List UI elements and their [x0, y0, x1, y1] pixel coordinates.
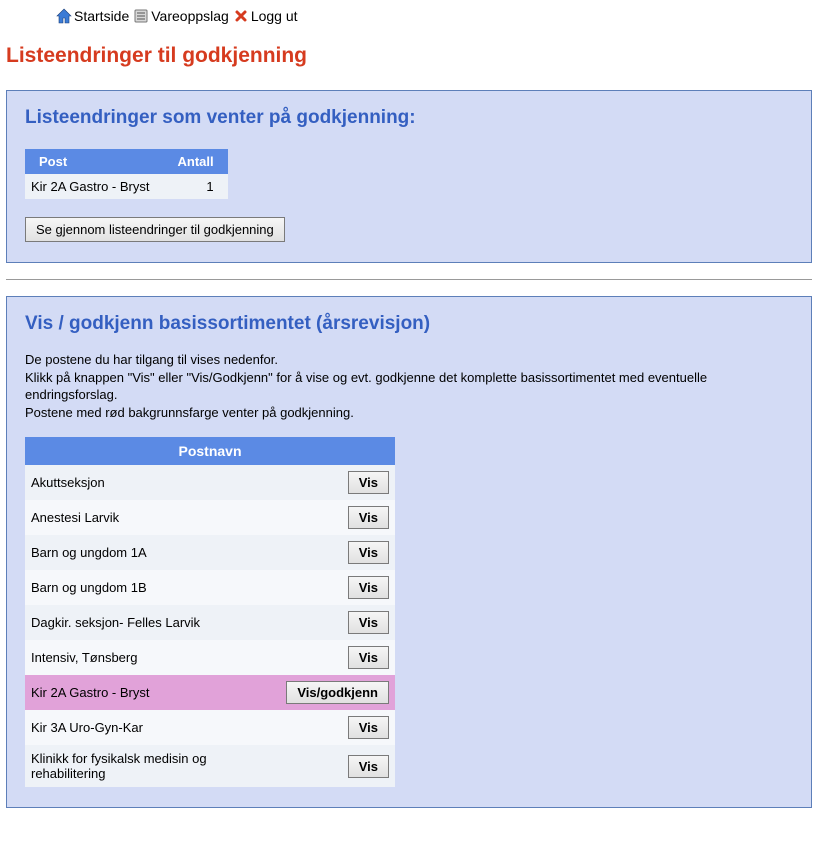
post-row: Kir 3A Uro-Gyn-Kar Vis: [25, 710, 395, 745]
post-row-action-cell: Vis: [280, 465, 395, 500]
post-row-action-cell: Vis: [280, 710, 395, 745]
logout-icon: [233, 8, 249, 24]
nav-vareoppslag-label: Vareoppslag: [151, 8, 229, 24]
post-col-postnavn: Postnavn: [25, 437, 395, 465]
page-title: Listeendringer til godkjenning: [6, 44, 812, 68]
pending-heading: Listeendringer som venter på godkjenning…: [25, 107, 793, 129]
post-row-name: Barn og ungdom 1A: [25, 535, 280, 570]
post-row: Kir 2A Gastro - Bryst Vis/godkjenn: [25, 675, 395, 710]
post-row-name: Dagkir. seksjon- Felles Larvik: [25, 605, 280, 640]
vis-button[interactable]: Vis: [348, 611, 389, 634]
post-row: Intensiv, Tønsberg Vis: [25, 640, 395, 675]
nav-loggut-label: Logg ut: [251, 8, 298, 24]
post-row: Barn og ungdom 1B Vis: [25, 570, 395, 605]
pending-table: Post Antall Kir 2A Gastro - Bryst1: [25, 149, 228, 199]
nav-startside[interactable]: Startside: [56, 8, 129, 24]
pending-row-post: Kir 2A Gastro - Bryst: [25, 174, 163, 199]
post-row: Anestesi Larvik Vis: [25, 500, 395, 535]
pending-panel: Listeendringer som venter på godkjenning…: [6, 90, 812, 263]
vis-button[interactable]: Vis: [348, 716, 389, 739]
post-row: Barn og ungdom 1A Vis: [25, 535, 395, 570]
post-row-action-cell: Vis: [280, 640, 395, 675]
approve-heading: Vis / godkjenn basissortimentet (årsrevi…: [25, 313, 793, 335]
post-row: Dagkir. seksjon- Felles Larvik Vis: [25, 605, 395, 640]
approve-desc3: Postene med rød bakgrunnsfarge venter på…: [25, 405, 354, 420]
pending-row: Kir 2A Gastro - Bryst1: [25, 174, 228, 199]
post-table: Postnavn Akuttseksjon Vis Anestesi Larvik V…: [25, 437, 395, 787]
post-row: Akuttseksjon Vis: [25, 465, 395, 500]
pending-col-antall: Antall: [163, 149, 227, 174]
post-row-name: Intensiv, Tønsberg: [25, 640, 280, 675]
post-row-action-cell: Vis: [280, 535, 395, 570]
top-nav: Startside Vareoppslag Logg ut: [56, 6, 812, 26]
pending-col-post: Post: [25, 149, 163, 174]
pending-row-antall: 1: [163, 174, 227, 199]
approve-desc1: De postene du har tilgang til vises nede…: [25, 352, 278, 367]
post-row-name: Kir 3A Uro-Gyn-Kar: [25, 710, 280, 745]
post-row-name: Klinikk for fysikalsk medisin og rehabil…: [25, 745, 280, 787]
vis-godkjenn-button[interactable]: Vis/godkjenn: [286, 681, 389, 704]
vis-button[interactable]: Vis: [348, 471, 389, 494]
post-row-name: Kir 2A Gastro - Bryst: [25, 675, 280, 710]
approve-description: De postene du har tilgang til vises nede…: [25, 351, 793, 421]
post-row-action-cell: Vis: [280, 605, 395, 640]
post-row-action-cell: Vis: [280, 500, 395, 535]
approve-desc2: Klikk på knappen "Vis" eller "Vis/Godkje…: [25, 370, 707, 403]
post-row-name: Akuttseksjon: [25, 465, 280, 500]
post-row-action-cell: Vis: [280, 745, 395, 787]
vis-button[interactable]: Vis: [348, 646, 389, 669]
list-icon: [133, 8, 149, 24]
review-changes-button[interactable]: Se gjennom listeendringer til godkjennin…: [25, 217, 285, 242]
nav-startside-label: Startside: [74, 8, 129, 24]
post-row-action-cell: Vis/godkjenn: [280, 675, 395, 710]
vis-button[interactable]: Vis: [348, 755, 389, 778]
nav-loggut[interactable]: Logg ut: [233, 8, 298, 24]
vis-button[interactable]: Vis: [348, 506, 389, 529]
post-row-name: Barn og ungdom 1B: [25, 570, 280, 605]
approve-panel: Vis / godkjenn basissortimentet (årsrevi…: [6, 296, 812, 808]
separator: [6, 279, 812, 280]
vis-button[interactable]: Vis: [348, 576, 389, 599]
vis-button[interactable]: Vis: [348, 541, 389, 564]
post-row: Klinikk for fysikalsk medisin og rehabil…: [25, 745, 395, 787]
post-row-action-cell: Vis: [280, 570, 395, 605]
post-row-name: Anestesi Larvik: [25, 500, 280, 535]
home-icon: [56, 8, 72, 24]
nav-vareoppslag[interactable]: Vareoppslag: [133, 8, 229, 24]
